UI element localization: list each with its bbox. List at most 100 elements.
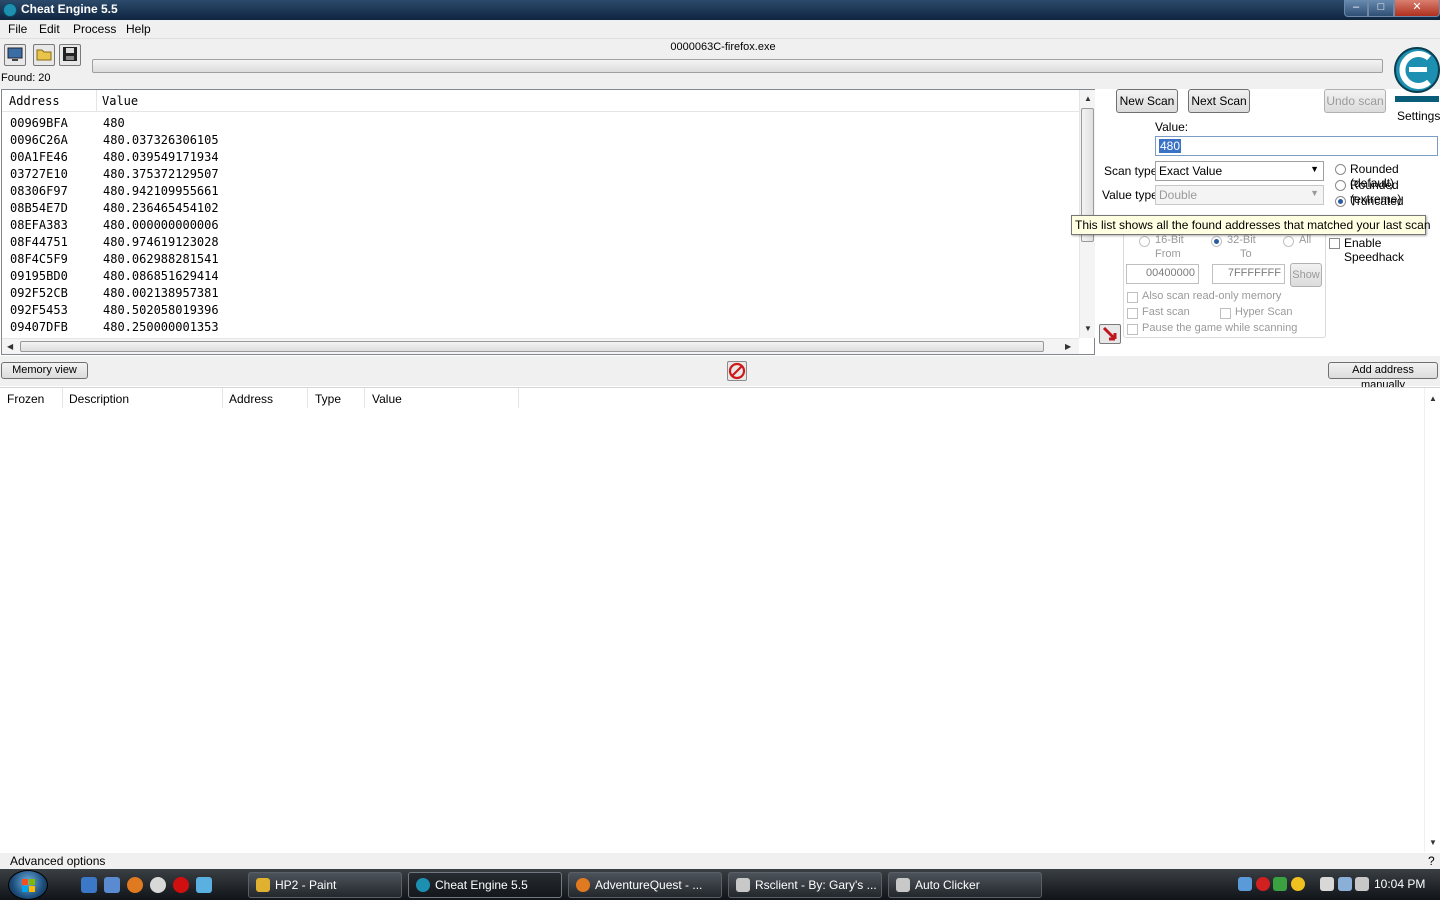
from-address-input[interactable]: 00400000 (1126, 264, 1199, 284)
messenger-tray-icon[interactable] (1291, 877, 1305, 891)
next-scan-button[interactable]: Next Scan (1188, 89, 1250, 113)
pause-game-checkbox[interactable] (1127, 324, 1138, 335)
menu-process[interactable]: Process (73, 22, 116, 36)
table-row[interactable]: 09195BD0 480.086851629414 (2, 268, 1079, 285)
scan-type-select[interactable]: Exact Value ▼ (1155, 161, 1324, 181)
found-list-horizontal-scrollbar[interactable]: ◀ ▶ (2, 338, 1079, 354)
volume-tray-icon[interactable] (1355, 877, 1369, 891)
all-bits-radio[interactable] (1283, 236, 1294, 247)
scroll-down-arrow-icon[interactable]: ▼ (1084, 324, 1092, 333)
column-description[interactable]: Description (69, 392, 129, 406)
clear-list-button[interactable] (727, 361, 747, 381)
undo-scan-button[interactable]: Undo scan (1324, 89, 1386, 113)
table-row[interactable]: 03727E10 480.375372129507 (2, 166, 1079, 183)
read-only-memory-checkbox[interactable] (1127, 292, 1138, 303)
column-type[interactable]: Type (315, 392, 341, 406)
security-tray-icon[interactable] (1256, 877, 1270, 891)
table-row[interactable]: 092F52CB 480.002138957381 (2, 285, 1079, 302)
rounded-extreme-radio[interactable] (1335, 180, 1346, 191)
table-row[interactable]: 08306F97 480.942109955661 (2, 183, 1079, 200)
new-scan-button[interactable]: New Scan (1116, 89, 1178, 113)
settings-link[interactable]: Settings (1397, 109, 1440, 123)
process-title: 0000063C-firefox.exe (670, 41, 776, 53)
network-tray-icon[interactable] (1238, 877, 1252, 891)
menu-file[interactable]: File (8, 22, 27, 36)
switch-windows-icon[interactable] (104, 877, 120, 893)
title-bar: Cheat Engine 5.5 (0, 0, 1440, 20)
truncated-radio[interactable] (1335, 196, 1346, 207)
32-bit-radio[interactable] (1211, 236, 1222, 247)
table-row[interactable]: 08F4C5F9 480.062988281541 (2, 251, 1079, 268)
table-row[interactable]: 08B54E7D 480.236465454102 (2, 200, 1079, 217)
opera-icon[interactable] (173, 877, 189, 893)
save-button[interactable] (59, 44, 81, 66)
scroll-up-arrow-icon[interactable]: ▲ (1084, 94, 1092, 103)
to-address-input[interactable]: 7FFFFFFF (1212, 264, 1285, 284)
column-address[interactable]: Address (9, 94, 60, 108)
column-separator[interactable] (364, 388, 365, 408)
add-to-list-button[interactable] (1099, 324, 1121, 344)
column-frozen[interactable]: Frozen (7, 392, 44, 406)
select-process-button[interactable] (4, 44, 26, 66)
truncated-label: Truncated (1350, 194, 1404, 208)
add-address-manually-button[interactable]: Add address manually (1328, 362, 1438, 391)
cheat-table-scrollbar[interactable]: ▲ ▼ (1424, 388, 1440, 852)
battery-tray-icon[interactable] (1320, 877, 1334, 891)
scroll-down-arrow-icon[interactable]: ▼ (1429, 838, 1437, 847)
table-row[interactable]: 08EFA383 480.000000000006 (2, 217, 1079, 234)
media-icon[interactable] (150, 877, 166, 893)
table-row[interactable]: 00A1FE46 480.039549171934 (2, 149, 1079, 166)
minimize-button[interactable]: – (1344, 0, 1368, 17)
column-separator[interactable] (222, 388, 223, 408)
task-auto-clicker[interactable]: Auto Clicker (888, 872, 1042, 898)
read-only-memory-label: Also scan read-only memory (1142, 290, 1282, 302)
table-row[interactable]: 00969BFA 480 (2, 115, 1079, 132)
table-row[interactable]: 092F5453 480.502058019396 (2, 302, 1079, 319)
found-list-vertical-scrollbar[interactable]: ▲ ▼ (1079, 90, 1095, 338)
maximize-button[interactable]: □ (1368, 0, 1394, 17)
scroll-left-arrow-icon[interactable]: ◀ (7, 342, 13, 351)
16-bit-radio[interactable] (1139, 236, 1150, 247)
value-input[interactable]: 480 (1155, 136, 1438, 156)
close-button[interactable]: ✕ (1394, 0, 1440, 17)
scroll-right-arrow-icon[interactable]: ▶ (1065, 342, 1071, 351)
clock[interactable]: 10:04 PM (1374, 877, 1425, 891)
table-row[interactable]: 09407DFB 480.250000001353 (2, 319, 1079, 336)
column-separator[interactable] (62, 388, 63, 408)
column-value[interactable]: Value (102, 94, 138, 108)
scrollbar-thumb[interactable] (20, 341, 1044, 352)
task-paint[interactable]: HP2 - Paint (248, 872, 402, 898)
memory-view-button[interactable]: Memory view (1, 362, 88, 379)
hyper-scan-checkbox[interactable] (1220, 308, 1231, 319)
column-separator[interactable] (96, 90, 97, 112)
connection-tray-icon[interactable] (1338, 877, 1352, 891)
column-separator[interactable] (518, 388, 519, 408)
firefox-icon[interactable] (127, 877, 143, 893)
fast-scan-checkbox[interactable] (1127, 308, 1138, 319)
open-button[interactable] (33, 44, 55, 66)
table-row[interactable]: 08F44751 480.974619123028 (2, 234, 1079, 251)
table-row[interactable]: 0096C26A 480.037326306105 (2, 132, 1079, 149)
value-type-select[interactable]: Double ▼ (1155, 185, 1324, 205)
column-separator[interactable] (307, 388, 308, 408)
task-rsclient[interactable]: Rsclient - By: Gary's ... (728, 872, 882, 898)
column-address[interactable]: Address (229, 392, 273, 406)
cheat-table[interactable]: Frozen Description Address Type Value ▲ … (0, 387, 1440, 853)
menu-help[interactable]: Help (126, 22, 151, 36)
snowflake-icon[interactable] (196, 877, 212, 893)
update-tray-icon[interactable] (1273, 877, 1287, 891)
menu-edit[interactable]: Edit (39, 22, 60, 36)
advanced-options-link[interactable]: Advanced options (10, 854, 105, 868)
found-address-list[interactable]: Address Value 00969BFA 480 0096C26A 480.037… (1, 89, 1095, 355)
help-link[interactable]: ? (1428, 854, 1435, 868)
task-cheat-engine[interactable]: Cheat Engine 5.5 (408, 872, 562, 898)
show-desktop-icon[interactable] (81, 877, 97, 893)
rounded-default-radio[interactable] (1335, 164, 1346, 175)
speedhack-checkbox[interactable] (1329, 238, 1340, 249)
show-button[interactable]: Show (1290, 263, 1322, 287)
column-value[interactable]: Value (372, 392, 402, 406)
cheat-engine-logo[interactable] (1391, 40, 1440, 104)
start-button[interactable] (8, 870, 48, 900)
scroll-up-arrow-icon[interactable]: ▲ (1429, 394, 1437, 403)
task-adventurequest[interactable]: AdventureQuest - ... (568, 872, 722, 898)
